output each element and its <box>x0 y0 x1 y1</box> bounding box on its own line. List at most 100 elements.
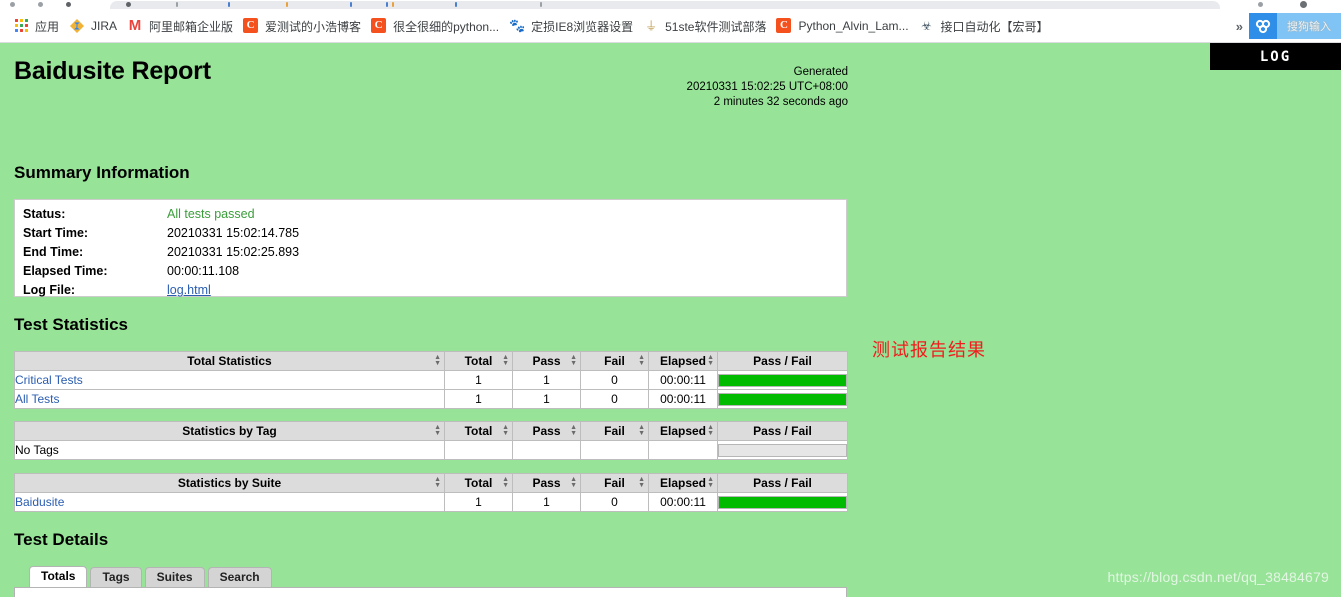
th-elapsed[interactable]: Elapsed ▲ ▼ <box>648 473 718 493</box>
th-pass-fail: Pass / Fail <box>717 473 848 493</box>
tab-search[interactable]: Search <box>207 567 272 587</box>
bookmarks-bar: 应用 JIRA M 阿里邮箱企业版 C 爱测试的小浩博客 C 很全很细的pyth… <box>0 9 1341 42</box>
bookmark-label: 很全很细的python... <box>393 19 500 34</box>
gmail-m-icon: M <box>128 17 142 34</box>
row-name-link[interactable]: All Tests <box>15 392 59 406</box>
bookmark-label: Python_Alvin_Lam... <box>798 19 909 33</box>
bookmark-python-detail[interactable]: C 很全很细的python... <box>366 13 504 39</box>
th-statistics-by-tag[interactable]: Statistics by Tag ▲ ▼ <box>14 421 445 441</box>
th-fail[interactable]: Fail ▲ ▼ <box>580 421 649 441</box>
sort-icon[interactable]: ▲ ▼ <box>570 354 577 367</box>
sort-icon[interactable]: ▲ ▼ <box>707 424 714 437</box>
bookmark-api-automation[interactable]: ☣ 接口自动化【宏哥】 <box>914 13 1054 39</box>
sort-icon[interactable]: ▲ ▼ <box>434 476 441 489</box>
sort-icon[interactable]: ▲ ▼ <box>502 354 509 367</box>
total-statistics-table: Total Statistics ▲ ▼ Total ▲ ▼ Pass ▲ ▼ Fai… <box>14 351 848 409</box>
th-label: Fail <box>604 476 625 490</box>
summary-key: Elapsed Time: <box>23 264 108 278</box>
row-elapsed-cell <box>648 440 718 460</box>
menu-icon-sliver[interactable] <box>1300 1 1307 8</box>
forward-button-sliver[interactable] <box>38 2 43 7</box>
sort-icon[interactable]: ▲ ▼ <box>434 424 441 437</box>
sort-icon[interactable]: ▲ ▼ <box>638 424 645 437</box>
generated-info: Generated 20210331 15:02:25 UTC+08:00 2 … <box>687 65 848 110</box>
row-fail-cell: 0 <box>580 370 649 390</box>
th-fail[interactable]: Fail ▲ ▼ <box>580 473 649 493</box>
page-title: Baidusite Report <box>14 57 211 85</box>
generated-label: Generated <box>793 66 848 78</box>
tag-statistics-table: Statistics by Tag ▲ ▼ Total ▲ ▼ Pass ▲ ▼ Fa… <box>14 421 848 460</box>
th-pass[interactable]: Pass ▲ ▼ <box>512 421 581 441</box>
sort-icon[interactable]: ▲ ▼ <box>638 476 645 489</box>
apps-grid-icon <box>13 18 29 34</box>
row-name-link[interactable]: Baidusite <box>15 495 64 509</box>
row-name-cell[interactable]: Critical Tests <box>14 370 445 390</box>
bookmarks-overflow-button[interactable]: » <box>1230 19 1249 34</box>
report-page: LOG Baidusite Report Generated 20210331 … <box>0 43 1341 597</box>
baidu-paw-icon: 🐾 <box>509 18 526 33</box>
row-fail-cell <box>580 440 649 460</box>
summary-key: Log File: <box>23 283 76 297</box>
url-text-sliver <box>540 2 542 7</box>
bookmark-apps[interactable]: 应用 <box>8 13 64 39</box>
summary-row: Start Time: 20210331 15:02:14.785 <box>23 226 846 245</box>
extension-icon[interactable] <box>1249 13 1277 39</box>
url-text-sliver <box>455 2 457 7</box>
sort-icon[interactable]: ▲ ▼ <box>638 354 645 367</box>
th-statistics-by-suite[interactable]: Statistics by Suite ▲ ▼ <box>14 473 445 493</box>
th-pass-fail: Pass / Fail <box>717 421 848 441</box>
th-total[interactable]: Total ▲ ▼ <box>444 421 513 441</box>
sort-icon[interactable]: ▲ ▼ <box>502 476 509 489</box>
bookmark-jira[interactable]: JIRA <box>64 13 122 39</box>
summary-status-value: All tests passed <box>167 207 255 221</box>
th-elapsed[interactable]: Elapsed ▲ ▼ <box>648 351 718 371</box>
th-total[interactable]: Total ▲ ▼ <box>444 351 513 371</box>
url-text-sliver <box>386 2 388 7</box>
url-text-sliver <box>176 2 178 7</box>
tab-totals[interactable]: Totals <box>29 566 88 587</box>
table-row[interactable]: Baidusite 1 1 0 00:00:11 <box>14 492 848 512</box>
th-elapsed[interactable]: Elapsed ▲ ▼ <box>648 421 718 441</box>
row-name-link[interactable]: Critical Tests <box>15 373 83 387</box>
sort-icon[interactable]: ▲ ▼ <box>707 476 714 489</box>
tab-tags[interactable]: Tags <box>90 567 142 587</box>
th-pass-fail: Pass / Fail <box>717 351 848 371</box>
bookmark-label: 接口自动化【宏哥】 <box>940 19 1049 34</box>
page-info-icon[interactable] <box>126 2 131 7</box>
row-elapsed-cell: 00:00:11 <box>648 492 718 512</box>
bookmark-csdn-xiaohao[interactable]: C 爱测试的小浩博客 <box>238 13 366 39</box>
log-button[interactable]: LOG <box>1210 43 1341 70</box>
sort-icon[interactable]: ▲ ▼ <box>570 424 577 437</box>
row-name-cell[interactable]: All Tests <box>14 389 445 409</box>
bookmark-label: JIRA <box>91 19 118 33</box>
th-total-statistics[interactable]: Total Statistics ▲ ▼ <box>14 351 445 371</box>
profile-icon-sliver[interactable] <box>1258 2 1263 7</box>
table-row[interactable]: Critical Tests 1 1 0 00:00:11 <box>14 370 848 390</box>
row-elapsed-cell: 00:00:11 <box>648 370 718 390</box>
sort-icon[interactable]: ▲ ▼ <box>434 354 441 367</box>
sort-icon[interactable]: ▲ ▼ <box>707 354 714 367</box>
th-pass[interactable]: Pass ▲ ▼ <box>512 473 581 493</box>
th-label: Elapsed <box>659 476 707 490</box>
extension-action-button[interactable]: 搜狗输入 <box>1277 13 1341 39</box>
bookmark-ie8-settings[interactable]: 🐾 定损IE8浏览器设置 <box>504 13 638 39</box>
sort-icon[interactable]: ▲ ▼ <box>570 476 577 489</box>
th-label: Pass / Fail <box>753 476 812 490</box>
back-button-sliver[interactable] <box>10 2 15 7</box>
reload-button-sliver[interactable] <box>66 2 71 7</box>
row-name-cell[interactable]: Baidusite <box>14 492 445 512</box>
bookmark-51ste[interactable]: ⏚ 51ste软件测试部落 <box>638 13 771 39</box>
bookmark-python-alvin[interactable]: C Python_Alvin_Lam... <box>771 13 913 39</box>
th-label: Fail <box>604 354 625 368</box>
th-pass[interactable]: Pass ▲ ▼ <box>512 351 581 371</box>
table-row[interactable]: All Tests 1 1 0 00:00:11 <box>14 389 848 409</box>
th-fail[interactable]: Fail ▲ ▼ <box>580 351 649 371</box>
generated-relative: 2 minutes 32 seconds ago <box>713 96 848 108</box>
row-name-cell: No Tags <box>14 440 445 460</box>
sort-icon[interactable]: ▲ ▼ <box>502 424 509 437</box>
log-file-link[interactable]: log.html <box>167 283 211 297</box>
bookmark-alimail[interactable]: M 阿里邮箱企业版 <box>122 13 238 39</box>
tab-suites[interactable]: Suites <box>144 567 205 587</box>
th-total[interactable]: Total ▲ ▼ <box>444 473 513 493</box>
omnibox-sliver[interactable] <box>110 1 1220 9</box>
